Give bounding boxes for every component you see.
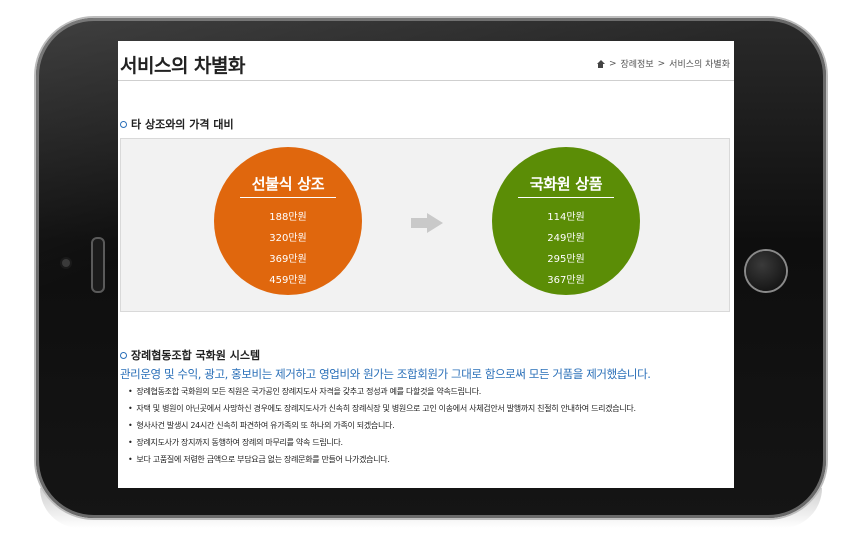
list-item: 보다 고품질에 저렴한 금액으로 부담요금 없는 장례문화를 만들어 나가겠습니… (128, 451, 636, 468)
speaker-slot (91, 237, 105, 293)
prepaid-sangjo-circle: 선불식 상조 188만원 320만원 369만원 459만원 (214, 147, 362, 295)
prepaid-price-list: 188만원 320만원 369만원 459만원 (214, 207, 362, 291)
list-item: 장례협동조합 국화원의 모든 직원은 국가공인 장례지도사 자격을 갖추고 정성… (128, 383, 636, 400)
price-section-heading-text: 타 상조와의 가격 대비 (131, 118, 234, 131)
price-section-heading: 타 상조와의 가격 대비 (120, 116, 234, 132)
list-item: 형사사건 발생시 24시간 신속히 파견하여 유가족의 또 하나의 가족이 되겠… (128, 417, 636, 434)
list-item: 장례지도사가 장지까지 동행하여 장례의 마무리를 약속 드립니다. (128, 434, 636, 451)
prepaid-price: 320만원 (269, 233, 307, 244)
page-title: 서비스의 차별화 (120, 55, 245, 77)
prepaid-price: 459만원 (269, 275, 307, 286)
breadcrumb-item[interactable]: 장례정보 (621, 57, 654, 70)
home-icon[interactable] (596, 59, 605, 68)
home-button[interactable] (746, 251, 786, 291)
breadcrumb: > 장례정보 > 서비스의 차별화 (596, 57, 730, 70)
screen: 서비스의 차별화 > 장례정보 > 서비스의 차별화 타 상조와의 가격 대비 … (118, 41, 734, 488)
gukhwawon-price: 114만원 (547, 212, 585, 223)
gukhwawon-product-title: 국화원 상품 (529, 175, 603, 193)
gukhwawon-price: 367만원 (547, 275, 585, 286)
breadcrumb-sep: > (657, 58, 666, 69)
system-feature-list: 장례협동조합 국화원의 모든 직원은 국가공인 장례지도사 자격을 갖추고 정성… (128, 383, 636, 468)
system-section-heading-text: 장례협동조합 국화원 시스템 (131, 349, 261, 362)
bullet-icon (120, 120, 127, 128)
circle-divider (518, 197, 614, 198)
prepaid-price: 188만원 (269, 212, 307, 223)
system-lead-text: 관리운영 및 수익, 광고, 홍보비는 제거하고 영업비와 원가는 조합회원가 … (120, 367, 651, 381)
arrow-right-icon (411, 213, 443, 233)
circle-divider (240, 197, 336, 198)
breadcrumb-sep: > (608, 58, 617, 69)
gukhwawon-price-list: 114만원 249만원 295만원 367만원 (492, 207, 640, 291)
title-divider (118, 80, 734, 81)
gukhwawon-price: 295만원 (547, 254, 585, 265)
prepaid-price: 369만원 (269, 254, 307, 265)
gukhwawon-product-circle: 국화원 상품 114만원 249만원 295만원 367만원 (492, 147, 640, 295)
arrow-head (427, 213, 443, 233)
gukhwawon-price: 249만원 (547, 233, 585, 244)
breadcrumb-current: 서비스의 차별화 (669, 60, 730, 70)
list-item: 자택 및 병원이 아닌곳에서 사망하신 경우에도 장례지도사가 신속히 장례식장… (128, 400, 636, 417)
camera-icon (62, 259, 70, 267)
bullet-icon (120, 351, 127, 359)
system-section-heading: 장례협동조합 국화원 시스템 (120, 347, 260, 363)
prepaid-sangjo-title: 선불식 상조 (251, 175, 325, 193)
price-comparison-box: 선불식 상조 188만원 320만원 369만원 459만원 국화원 상품 11… (120, 138, 730, 312)
stage: 서비스의 차별화 > 장례정보 > 서비스의 차별화 타 상조와의 가격 대비 … (0, 0, 846, 546)
